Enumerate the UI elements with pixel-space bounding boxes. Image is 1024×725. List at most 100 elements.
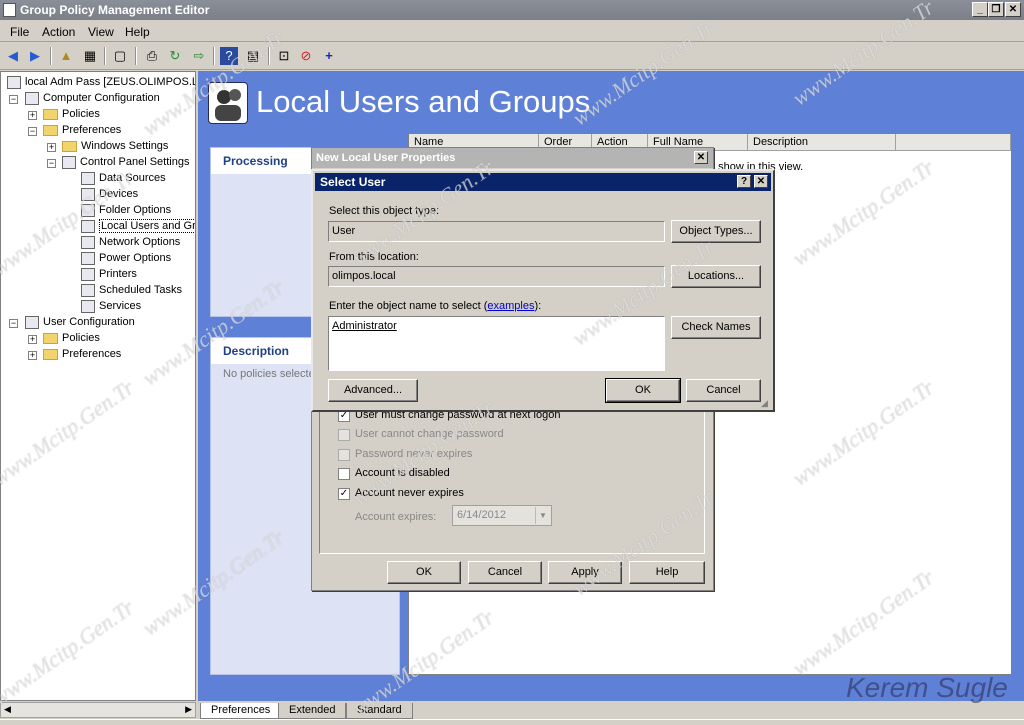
scroll-left-icon[interactable]: ◀: [4, 704, 11, 715]
tree-root[interactable]: local Adm Pass [ZEUS.OLIMPOS.LC: [7, 74, 195, 90]
tree-item-folder-options[interactable]: Folder Options: [81, 202, 171, 218]
checkbox-account-disabled[interactable]: [338, 468, 350, 480]
tree-label: Policies: [62, 108, 100, 120]
show-hide-tree-icon[interactable]: ▦: [81, 47, 99, 65]
users-icon: [81, 219, 95, 233]
tab-preferences[interactable]: Preferences: [200, 703, 282, 719]
menu-action[interactable]: Action: [42, 25, 75, 39]
tree-item-services[interactable]: Services: [81, 298, 141, 314]
window-title: Group Policy Management Editor: [20, 3, 210, 17]
properties-icon[interactable]: ▤: [244, 47, 262, 65]
folder-options-icon: [81, 203, 95, 217]
tree-user-configuration[interactable]: User Configuration: [25, 314, 135, 330]
label-account-disabled: Account is disabled: [355, 467, 450, 479]
tree-computer-configuration[interactable]: Computer Configuration: [25, 90, 160, 106]
refresh-icon[interactable]: ↻: [166, 47, 184, 65]
copy-icon[interactable]: ▢: [111, 47, 129, 65]
chevron-down-icon[interactable]: ▼: [535, 507, 550, 524]
enter-name-label: Enter the object name to select (example…: [329, 300, 541, 312]
add-icon[interactable]: +: [320, 47, 338, 65]
tree-item-network-options[interactable]: Network Options: [81, 234, 180, 250]
advanced-button[interactable]: Advanced...: [328, 379, 418, 402]
tree-label: Control Panel Settings: [80, 156, 190, 168]
expand-icon[interactable]: +: [28, 335, 37, 344]
column-filler: [896, 134, 1011, 151]
props-ok-button[interactable]: OK: [387, 561, 461, 584]
expand-icon[interactable]: +: [28, 351, 37, 360]
page-title: Local Users and Groups: [256, 84, 591, 119]
control-panel-icon: [62, 155, 76, 169]
status-bar: [0, 719, 1024, 725]
collapse-icon[interactable]: −: [47, 159, 56, 168]
examples-link[interactable]: examples: [487, 300, 534, 312]
restore-button[interactable]: ❐: [988, 2, 1004, 17]
enter-name-text-end: ):: [534, 300, 542, 312]
print-icon[interactable]: ⎙: [143, 47, 161, 65]
tree-label: Network Options: [99, 236, 181, 248]
back-icon[interactable]: ◀: [4, 47, 22, 65]
account-expires-date-picker[interactable]: 6/14/2012 ▼: [452, 505, 552, 526]
resize-grip-icon[interactable]: ◢: [761, 398, 771, 408]
close-icon[interactable]: ✕: [754, 175, 768, 188]
collapse-icon[interactable]: −: [9, 319, 18, 328]
enter-name-text: Enter the object name to select (: [329, 300, 488, 312]
folder-icon: [43, 124, 58, 136]
tab-standard[interactable]: Standard: [346, 703, 413, 719]
up-folder-icon[interactable]: ▲: [57, 47, 75, 65]
tree-label: Power Options: [99, 252, 172, 264]
tree-item-data-sources[interactable]: Data Sources: [81, 170, 166, 186]
locations-button[interactable]: Locations...: [671, 265, 761, 288]
collapse-icon[interactable]: −: [28, 127, 37, 136]
object-name-input[interactable]: Administrator: [328, 316, 665, 371]
props-apply-button[interactable]: Apply: [548, 561, 622, 584]
check-names-button[interactable]: Check Names: [671, 316, 761, 339]
object-types-button[interactable]: Object Types...: [671, 220, 761, 243]
tree-windows-settings[interactable]: Windows Settings: [62, 138, 168, 154]
stop-icon[interactable]: ⊘: [297, 47, 315, 65]
props-cancel-button[interactable]: Cancel: [468, 561, 542, 584]
tree-label: Printers: [99, 268, 137, 280]
checkbox-password-never-expires[interactable]: [338, 449, 350, 461]
scroll-right-icon[interactable]: ▶: [185, 704, 192, 715]
checkbox-cannot-change-password[interactable]: [338, 429, 350, 441]
tree-control-panel-settings[interactable]: Control Panel Settings: [62, 154, 189, 170]
select-cancel-button[interactable]: Cancel: [686, 379, 761, 402]
tree-uc-preferences[interactable]: Preferences: [43, 346, 121, 362]
minimize-button[interactable]: _: [972, 2, 988, 17]
expand-icon[interactable]: +: [47, 143, 56, 152]
props-help-button[interactable]: Help: [629, 561, 705, 584]
help-icon[interactable]: ?: [220, 47, 238, 65]
tree-item-devices[interactable]: Devices: [81, 186, 138, 202]
filter-icon[interactable]: ⊡: [275, 47, 293, 65]
tree-item-scheduled-tasks[interactable]: Scheduled Tasks: [81, 282, 182, 298]
props-dialog-title: New Local User Properties: [312, 148, 713, 168]
menu-help[interactable]: Help: [125, 25, 150, 39]
tree-label: Windows Settings: [81, 140, 169, 152]
menu-file[interactable]: File: [10, 25, 29, 39]
label-password-never-expires: Password never expires: [355, 448, 473, 460]
tab-extended[interactable]: Extended: [278, 703, 347, 719]
export-icon[interactable]: ⇨: [190, 47, 208, 65]
tree-label: Local Users and Gro: [99, 219, 195, 233]
collapse-icon[interactable]: −: [9, 95, 18, 104]
tree-cc-policies[interactable]: Policies: [43, 106, 100, 122]
props-close-icon[interactable]: ✕: [694, 151, 708, 164]
tree-cc-preferences[interactable]: Preferences: [43, 122, 121, 138]
select-ok-button[interactable]: OK: [605, 378, 681, 403]
expand-icon[interactable]: +: [28, 111, 37, 120]
object-type-label: Select this object type:: [329, 205, 440, 217]
tree-horizontal-scrollbar[interactable]: ◀ ▶: [0, 702, 196, 718]
help-icon[interactable]: ?: [737, 175, 751, 188]
checkbox-account-never-expires[interactable]: ✓: [338, 488, 350, 500]
menu-view[interactable]: View: [88, 25, 114, 39]
tree-item-local-users-and-groups[interactable]: Local Users and Gro: [81, 218, 195, 234]
folder-icon: [62, 140, 77, 152]
forward-icon[interactable]: ▶: [26, 47, 44, 65]
close-button[interactable]: ✕: [1005, 2, 1021, 17]
tree-uc-policies[interactable]: Policies: [43, 330, 100, 346]
tree-item-power-options[interactable]: Power Options: [81, 250, 171, 266]
tree-item-printers[interactable]: Printers: [81, 266, 137, 282]
tree-label: Policies: [62, 332, 100, 344]
column-description[interactable]: Description: [748, 134, 896, 151]
tree-label: Scheduled Tasks: [99, 284, 182, 296]
